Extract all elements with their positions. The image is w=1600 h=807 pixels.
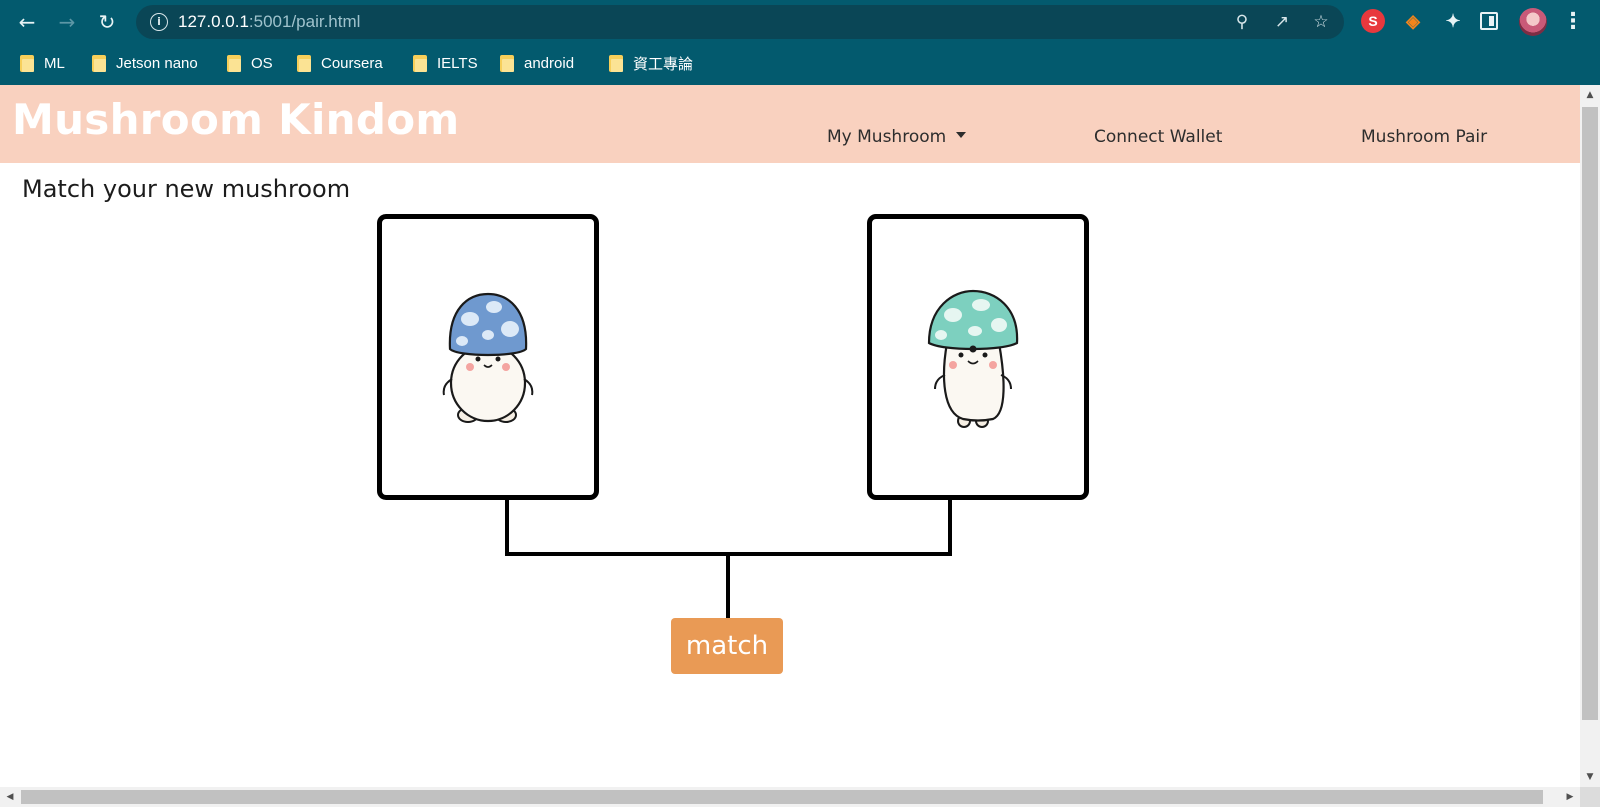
bookmark-label: IELTS: [437, 54, 478, 72]
scroll-right-arrow-icon[interactable]: ▶: [1562, 787, 1578, 807]
caret-down-icon: [956, 132, 967, 138]
bookmark-cs-seminar[interactable]: 資工專論: [609, 52, 693, 74]
scroll-left-arrow-icon[interactable]: ◀: [2, 787, 18, 807]
bookmark-coursera[interactable]: Coursera: [297, 52, 383, 74]
folder-icon: [500, 54, 514, 72]
folder-icon: [413, 54, 427, 72]
vertical-scrollbar[interactable]: ▲ ▼: [1580, 85, 1600, 787]
url-text[interactable]: 127.0.0.1:5001/pair.html: [178, 12, 360, 32]
browser-menu-icon[interactable]: ⋮: [1562, 8, 1584, 36]
bookmark-star-icon[interactable]: ☆: [1310, 11, 1332, 33]
folder-icon: [92, 54, 106, 72]
address-bar[interactable]: i 127.0.0.1:5001/pair.html ⚲ ↗ ☆: [136, 5, 1344, 39]
page-viewport: Mushroom Kindom My Mushroom Connect Wall…: [0, 85, 1580, 787]
reload-icon[interactable]: ↻: [92, 7, 122, 37]
folder-icon: [20, 54, 34, 72]
site-navbar: Mushroom Kindom My Mushroom Connect Wall…: [0, 85, 1580, 163]
nav-my-mushroom-label: My Mushroom: [827, 127, 947, 147]
bookmark-label: 資工專論: [633, 55, 694, 73]
scrollbar-corner: [1580, 787, 1600, 807]
side-panel-icon[interactable]: [1480, 12, 1498, 30]
bookmark-label: Coursera: [321, 54, 383, 72]
match-button[interactable]: match: [671, 618, 783, 674]
nav-my-mushroom-dropdown[interactable]: My Mushroom: [827, 127, 967, 147]
vertical-scroll-thumb[interactable]: [1582, 107, 1598, 720]
nav-mushroom-pair[interactable]: Mushroom Pair: [1361, 127, 1487, 147]
green-mushroom-image: [927, 289, 1019, 428]
connector-left-vertical: [505, 500, 509, 556]
folder-icon: [297, 54, 311, 72]
bookmark-label: android: [524, 54, 575, 72]
brand-title[interactable]: Mushroom Kindom: [12, 95, 459, 144]
connector-center-vertical: [726, 552, 730, 618]
url-path: :5001/pair.html: [248, 12, 361, 31]
bookmark-ielts[interactable]: IELTS: [413, 52, 478, 74]
page-heading: Match your new mushroom: [22, 175, 351, 203]
bookmark-android[interactable]: android: [500, 52, 574, 74]
forward-arrow-icon[interactable]: →: [52, 7, 82, 37]
mushroom-card-left[interactable]: [377, 214, 599, 500]
scroll-down-arrow-icon[interactable]: ▼: [1580, 769, 1600, 785]
bookmark-ml[interactable]: ML: [20, 52, 65, 74]
url-host: 127.0.0.1: [178, 12, 249, 31]
mushroom-card-right[interactable]: [867, 214, 1089, 500]
bookmark-label: Jetson nano: [116, 54, 198, 72]
zoom-out-icon[interactable]: ⚲: [1231, 11, 1253, 33]
extensions-puzzle-icon[interactable]: ✦: [1441, 9, 1465, 33]
bookmarks-bar: ML Jetson nano OS Coursera IELTS android…: [0, 46, 1600, 78]
blue-mushroom-image: [442, 292, 534, 423]
browser-toolbar: ← → ↻ i 127.0.0.1:5001/pair.html ⚲ ↗ ☆ S…: [0, 0, 1600, 85]
extension-s-icon[interactable]: S: [1361, 9, 1385, 33]
bookmark-label: ML: [44, 54, 65, 72]
bookmark-label: OS: [251, 54, 273, 72]
folder-icon: [609, 54, 623, 72]
back-arrow-icon[interactable]: ←: [12, 7, 42, 37]
metamask-fox-icon[interactable]: ◈: [1401, 9, 1425, 33]
site-info-icon[interactable]: i: [150, 13, 168, 31]
horizontal-scrollbar[interactable]: ◀ ▶: [0, 787, 1580, 807]
folder-icon: [227, 54, 241, 72]
share-icon[interactable]: ↗: [1271, 11, 1293, 33]
profile-avatar[interactable]: [1519, 8, 1547, 36]
nav-connect-wallet[interactable]: Connect Wallet: [1094, 127, 1222, 147]
scroll-up-arrow-icon[interactable]: ▲: [1580, 87, 1600, 103]
connector-right-vertical: [948, 500, 952, 556]
bookmark-os[interactable]: OS: [227, 52, 273, 74]
bookmark-jetson-nano[interactable]: Jetson nano: [92, 52, 198, 74]
horizontal-scroll-thumb[interactable]: [21, 790, 1543, 804]
